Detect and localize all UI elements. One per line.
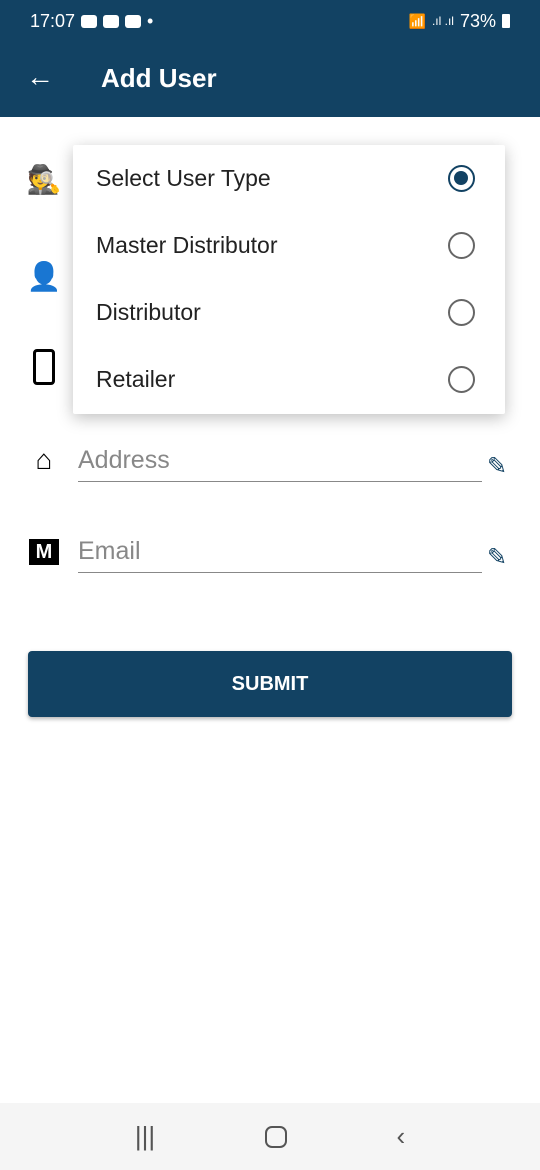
user-type-dropdown: Select User Type Master Distributor Dist… [73,145,505,414]
home-nav-icon[interactable] [264,1125,287,1148]
home-icon: ⌂ [35,444,53,475]
option-label: Distributor [96,299,201,325]
option-distributor[interactable]: Distributor [73,279,505,346]
signal-icon: .ıl .ıl [431,14,454,28]
pencil-icon[interactable]: ✎ [487,543,507,572]
radio[interactable] [448,299,475,326]
battery-icon [502,14,510,28]
dot-icon: • [147,10,154,31]
app-bar: 17:07 • 📶 .ıl .ıl 73% ← Add User [0,0,540,117]
status-bar: 17:07 • 📶 .ıl .ıl 73% [30,9,510,33]
youtube-icon [125,14,142,28]
gallery-icon [81,14,98,28]
option-label: Master Distributor [96,232,278,258]
battery-text: 73% [459,10,496,31]
address-input[interactable]: Address [78,446,482,482]
phone-icon [28,349,60,385]
pencil-icon[interactable]: ✎ [487,452,507,481]
email-input[interactable]: Email [78,537,482,573]
back-button[interactable]: ← [26,62,54,92]
radio-selected[interactable] [448,165,475,192]
radio[interactable] [448,232,475,259]
recents-icon[interactable]: ||| [135,1121,155,1152]
user-type-icon: 🕵 [26,163,62,195]
person-icon: 👤 [26,260,62,292]
system-nav-bar: ||| ‹ [0,1103,540,1170]
option-master-distributor[interactable]: Master Distributor [73,212,505,279]
status-time: 17:07 [30,10,76,31]
page-title: Add User [101,63,217,93]
youtube-icon [103,14,120,28]
option-retailer[interactable]: Retailer [73,346,505,413]
back-nav-icon[interactable]: ‹ [396,1121,405,1152]
radio[interactable] [448,366,475,393]
mail-icon: M [28,536,60,568]
option-label: Retailer [96,366,176,392]
wifi-icon: 📶 [408,12,426,29]
option-label: Select User Type [96,165,271,191]
option-select-user-type[interactable]: Select User Type [73,145,505,212]
submit-button[interactable]: SUBMIT [28,651,512,717]
